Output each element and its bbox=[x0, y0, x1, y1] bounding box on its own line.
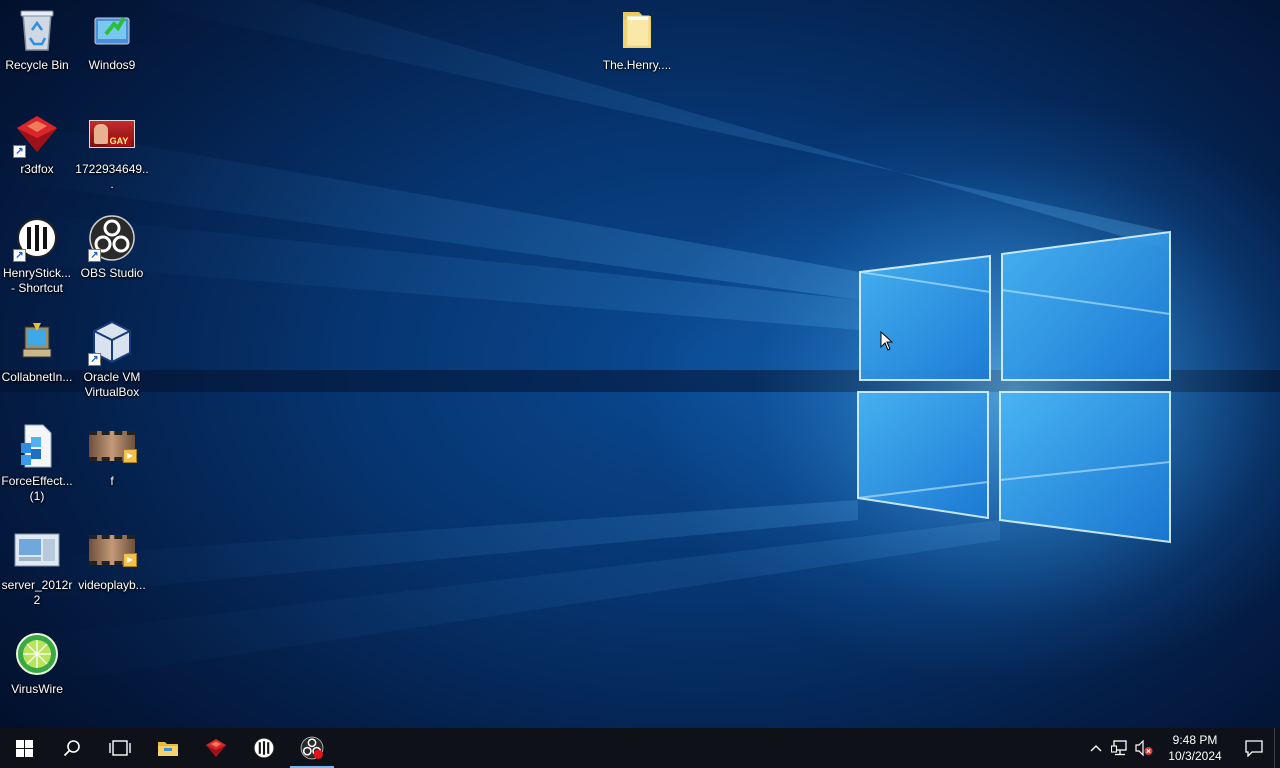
desktop-icon-label: OBS Studio bbox=[80, 266, 144, 280]
obs-studio-recording-icon bbox=[300, 736, 324, 760]
video-file-icon: ▶ bbox=[88, 526, 137, 574]
desktop-icon-label: Oracle VM VirtualBox bbox=[83, 370, 141, 399]
desktop-icon-recycle-bin[interactable]: Recycle Bin bbox=[0, 6, 75, 73]
desktop-icon-image-1722934649[interactable]: GAY 1722934649... bbox=[74, 110, 150, 192]
desktop-icon-label: Windos9 bbox=[88, 58, 136, 72]
image-thumbnail-icon: GAY bbox=[88, 110, 136, 158]
taskbar-file-explorer[interactable] bbox=[144, 728, 192, 768]
thumbnail-caption: GAY bbox=[106, 136, 132, 146]
desktop-icon-r3dfox[interactable]: ↗ r3dfox bbox=[0, 110, 75, 177]
taskbar-obs-studio[interactable] bbox=[288, 728, 336, 768]
show-desktop-button[interactable] bbox=[1274, 728, 1280, 768]
search-icon bbox=[63, 740, 80, 757]
desktop-icon-henrystick-shortcut[interactable]: ↗ HenryStick... - Shortcut bbox=[0, 214, 75, 296]
desktop-icon-windos9[interactable]: Windos9 bbox=[74, 6, 150, 73]
desktop-icon-label: ForceEffect... (1) bbox=[1, 474, 73, 503]
desktop-icon-videoplayback[interactable]: ▶ videoplayb... bbox=[74, 526, 150, 593]
action-center-button[interactable] bbox=[1234, 728, 1274, 768]
forceeffect-file-icon bbox=[13, 422, 61, 470]
taskbar-henrystick[interactable] bbox=[240, 728, 288, 768]
search-button[interactable] bbox=[48, 728, 96, 768]
viruswire-icon bbox=[13, 630, 61, 678]
volume-muted-icon bbox=[1135, 740, 1153, 756]
desktop-icon-label: VirusWire bbox=[11, 682, 63, 696]
volume-button[interactable] bbox=[1132, 728, 1156, 768]
shortcut-arrow-icon: ↗ bbox=[88, 353, 101, 366]
desktop-icon-forceeffect[interactable]: ForceEffect... (1) bbox=[0, 422, 75, 504]
shortcut-arrow-icon: ↗ bbox=[88, 249, 101, 262]
desktop-icon-label: 1722934649... bbox=[75, 162, 149, 191]
clock-time: 9:48 PM bbox=[1172, 733, 1218, 747]
show-hidden-icons-button[interactable] bbox=[1084, 728, 1108, 768]
desktop-icon-label: videoplayb... bbox=[78, 578, 146, 592]
virtualbox-icon: ↗ bbox=[88, 318, 136, 366]
desktop-icon-label: HenryStick... - Shortcut bbox=[2, 266, 71, 295]
desktop-icon-label: CollabnetIn... bbox=[1, 370, 73, 384]
network-button[interactable] bbox=[1108, 728, 1132, 768]
desktop-icon-label: Recycle Bin bbox=[5, 58, 69, 72]
network-icon bbox=[1111, 740, 1127, 756]
system-tray: 9:48 PM 10/3/2024 bbox=[1084, 728, 1280, 768]
mouse-cursor-icon bbox=[880, 331, 894, 351]
henrystick-icon: ↗ bbox=[13, 214, 61, 262]
desktop-icon-label: The.Henry.... bbox=[602, 58, 672, 72]
desktop-icon-viruswire[interactable]: VirusWire bbox=[0, 630, 75, 697]
desktop-icon-collabnet-installer[interactable]: CollabnetIn... bbox=[0, 318, 75, 385]
desktop-wallpaper bbox=[0, 0, 1280, 728]
henrystick-icon bbox=[253, 737, 275, 759]
windows-logo-icon bbox=[15, 739, 33, 757]
desktop-icon-obs-studio[interactable]: ↗ OBS Studio bbox=[74, 214, 150, 281]
task-view-button[interactable] bbox=[96, 728, 144, 768]
r3dfox-icon: ↗ bbox=[13, 110, 61, 158]
taskbar-r3dfox[interactable] bbox=[192, 728, 240, 768]
shortcut-arrow-icon: ↗ bbox=[13, 249, 26, 262]
desktop-icon-server-2012r2[interactable]: server_2012r2 bbox=[0, 526, 75, 608]
windows-10-wallpaper-art bbox=[0, 0, 1280, 690]
server-image-icon bbox=[13, 526, 61, 574]
desktop-icon-label: r3dfox bbox=[20, 162, 54, 176]
file-explorer-icon bbox=[158, 742, 178, 756]
clock-date: 10/3/2024 bbox=[1168, 749, 1222, 763]
desktop-icon-label: f bbox=[110, 474, 114, 488]
obs-studio-icon: ↗ bbox=[88, 214, 136, 262]
video-file-icon: ▶ bbox=[88, 422, 137, 470]
desktop-icon-the-henry[interactable]: The.Henry.... bbox=[599, 6, 675, 73]
task-view-icon bbox=[109, 740, 131, 756]
r3dfox-icon bbox=[206, 739, 226, 757]
shortcut-arrow-icon: ↗ bbox=[13, 145, 26, 158]
desktop-icon-f-video[interactable]: ▶ f bbox=[74, 422, 150, 489]
taskbar-clock[interactable]: 9:48 PM 10/3/2024 bbox=[1160, 728, 1230, 768]
installer-icon bbox=[13, 318, 61, 366]
start-button[interactable] bbox=[0, 728, 48, 768]
chevron-up-icon bbox=[1090, 745, 1102, 752]
folder-icon bbox=[613, 6, 661, 54]
recycle-bin-icon bbox=[13, 6, 61, 54]
windos9-icon bbox=[88, 6, 136, 54]
taskbar: 9:48 PM 10/3/2024 bbox=[0, 728, 1280, 768]
desktop-icon-label: server_2012r2 bbox=[1, 578, 73, 607]
desktop-icon-oracle-vm-virtualbox[interactable]: ↗ Oracle VM VirtualBox bbox=[74, 318, 150, 400]
action-center-icon bbox=[1245, 739, 1263, 757]
